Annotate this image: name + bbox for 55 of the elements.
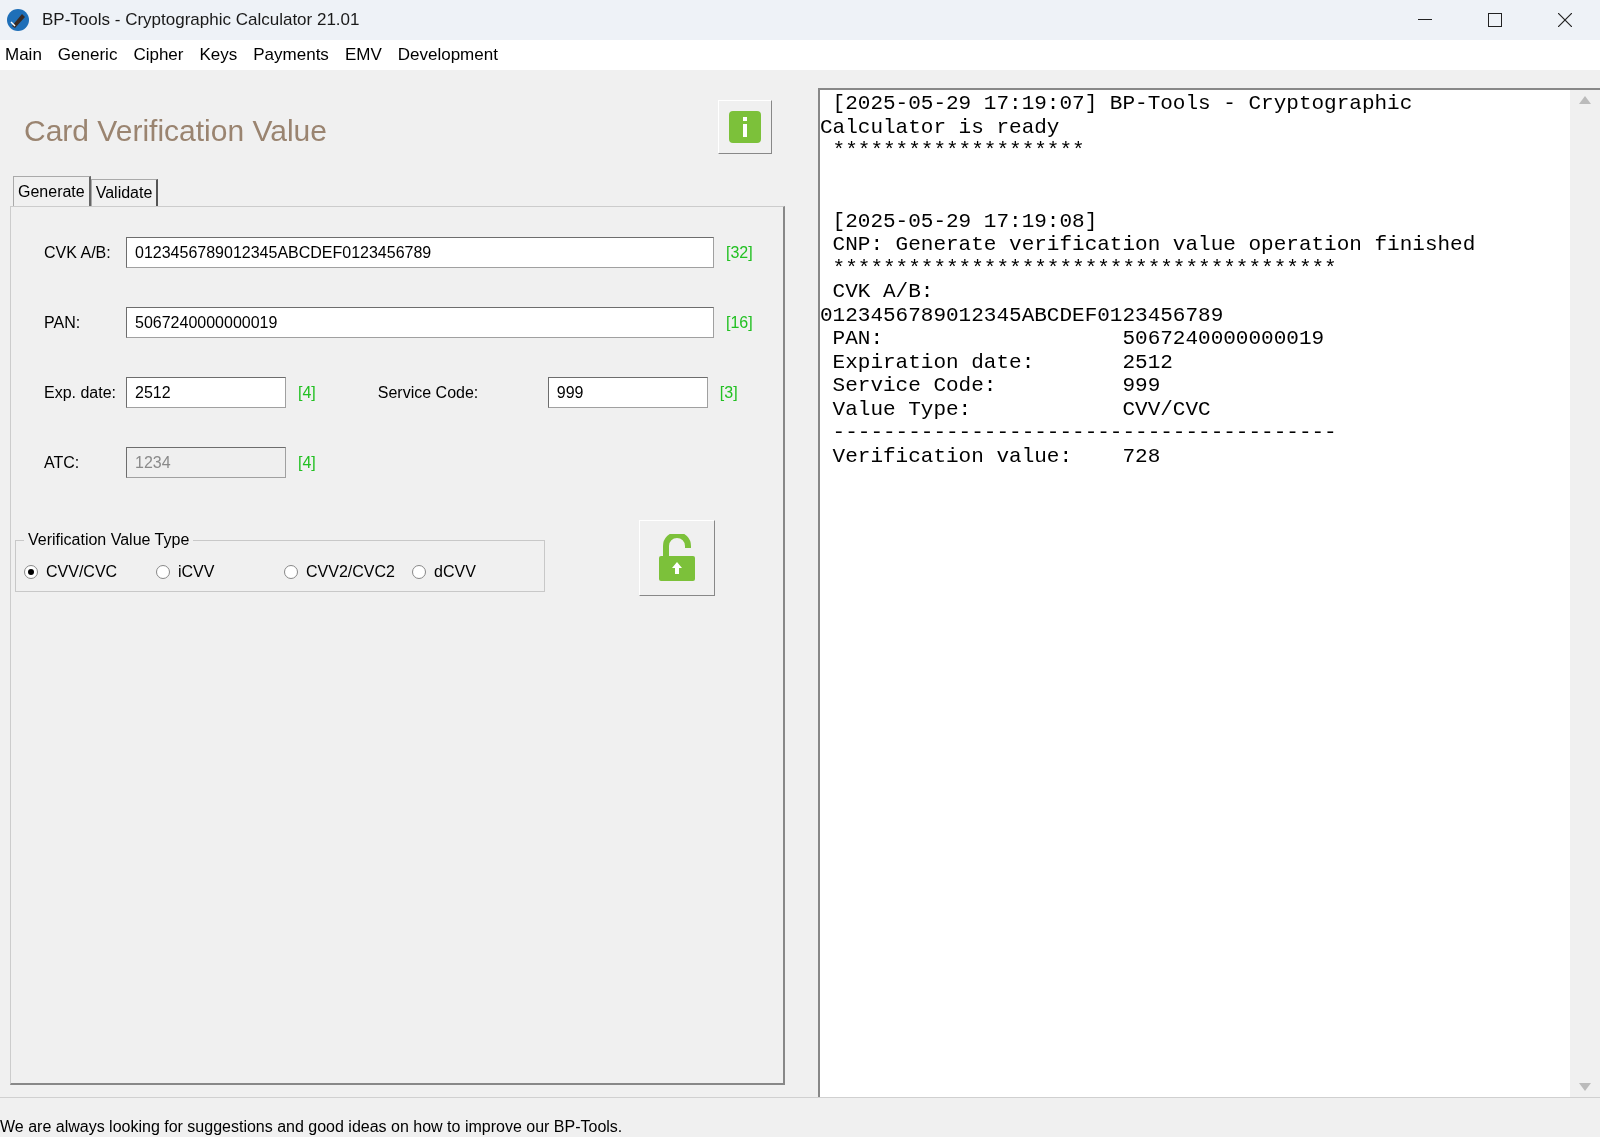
length-counter: [16] [726, 312, 753, 333]
generate-button[interactable] [639, 520, 715, 596]
log-line: ******************** [831, 139, 1085, 163]
tab[interactable]: Validate [90, 179, 159, 206]
minimize-icon [1418, 19, 1432, 21]
log-line: CVK A/B: [831, 280, 934, 304]
log-line: [2025-05-29 17:19:08] [831, 209, 1098, 233]
radio-option[interactable]: dCVV [412, 559, 492, 584]
radio-option[interactable]: CVV/CVC [24, 559, 156, 584]
menu-item[interactable]: Cipher [125, 42, 192, 68]
log-line: ---------------------------------------- [831, 421, 1337, 445]
panel-title: Card Verification Value [24, 113, 327, 149]
group-legend: Verification Value Type [24, 528, 194, 552]
menu-item[interactable]: Keys [191, 42, 246, 68]
field-label: PAN: [44, 312, 82, 333]
input-field[interactable]: 0123456789012345ABCDEF0123456789 [126, 237, 714, 268]
length-counter: [32] [726, 242, 753, 263]
log-line: Expiration date: 2512 [831, 350, 1173, 374]
log-line: PAN: 5067240000000019 [831, 327, 1325, 351]
status-text: We are always looking for suggestions and good ideas on how to improve our BP-Tools. [0, 1117, 623, 1137]
log-line: CNP: Generate verification value operation finished [831, 233, 1476, 257]
log-line: Value Type: CVV/CVC [831, 397, 1211, 421]
info-button[interactable] [718, 100, 772, 154]
close-icon [1558, 13, 1572, 27]
menu-item[interactable]: Generic [49, 42, 126, 68]
input-field[interactable]: 5067240000000019 [126, 307, 714, 338]
menu-item[interactable]: Payments [245, 42, 337, 68]
scroll-down-icon [1579, 1083, 1591, 1091]
tab[interactable]: Generate [13, 176, 91, 206]
length-counter: [3] [719, 382, 738, 403]
radio-option[interactable]: iCVV [156, 559, 284, 584]
length-counter: [4] [298, 452, 316, 473]
field-label: ATC: [44, 452, 81, 473]
log-line: Calculator is ready [820, 115, 1060, 139]
log-line: Verification value: 728 [831, 444, 1161, 468]
maximize-icon [1488, 13, 1502, 27]
app-logo-icon [6, 8, 30, 32]
field-label: CVK A/B: [44, 242, 112, 263]
menu-item[interactable]: Development [389, 42, 506, 68]
input-field[interactable]: 2512 [126, 377, 286, 408]
window-title: BP-Tools - Cryptographic Calculator 21.01 [42, 9, 360, 32]
input-field[interactable]: 999 [547, 377, 708, 408]
unlocked-padlock-icon [658, 534, 696, 582]
menu-item[interactable]: Main [0, 42, 50, 68]
field-label: Service Code: [377, 382, 480, 403]
scroll-up-icon [1579, 96, 1591, 104]
log-line: **************************************** [831, 256, 1337, 280]
info-icon [729, 111, 761, 143]
radio-option[interactable]: CVV2/CVC2 [284, 559, 412, 584]
log-line: [2025-05-29 17:19:07] BP-Tools - Cryptographic [831, 92, 1413, 116]
field-label: Exp. date: [44, 382, 118, 403]
length-counter: [4] [298, 382, 316, 403]
menu-item[interactable]: EMV [336, 42, 390, 68]
log-line: Service Code: 999 [831, 374, 1161, 398]
log-line: 0123456789012345ABCDEF0123456789 [820, 303, 1224, 327]
